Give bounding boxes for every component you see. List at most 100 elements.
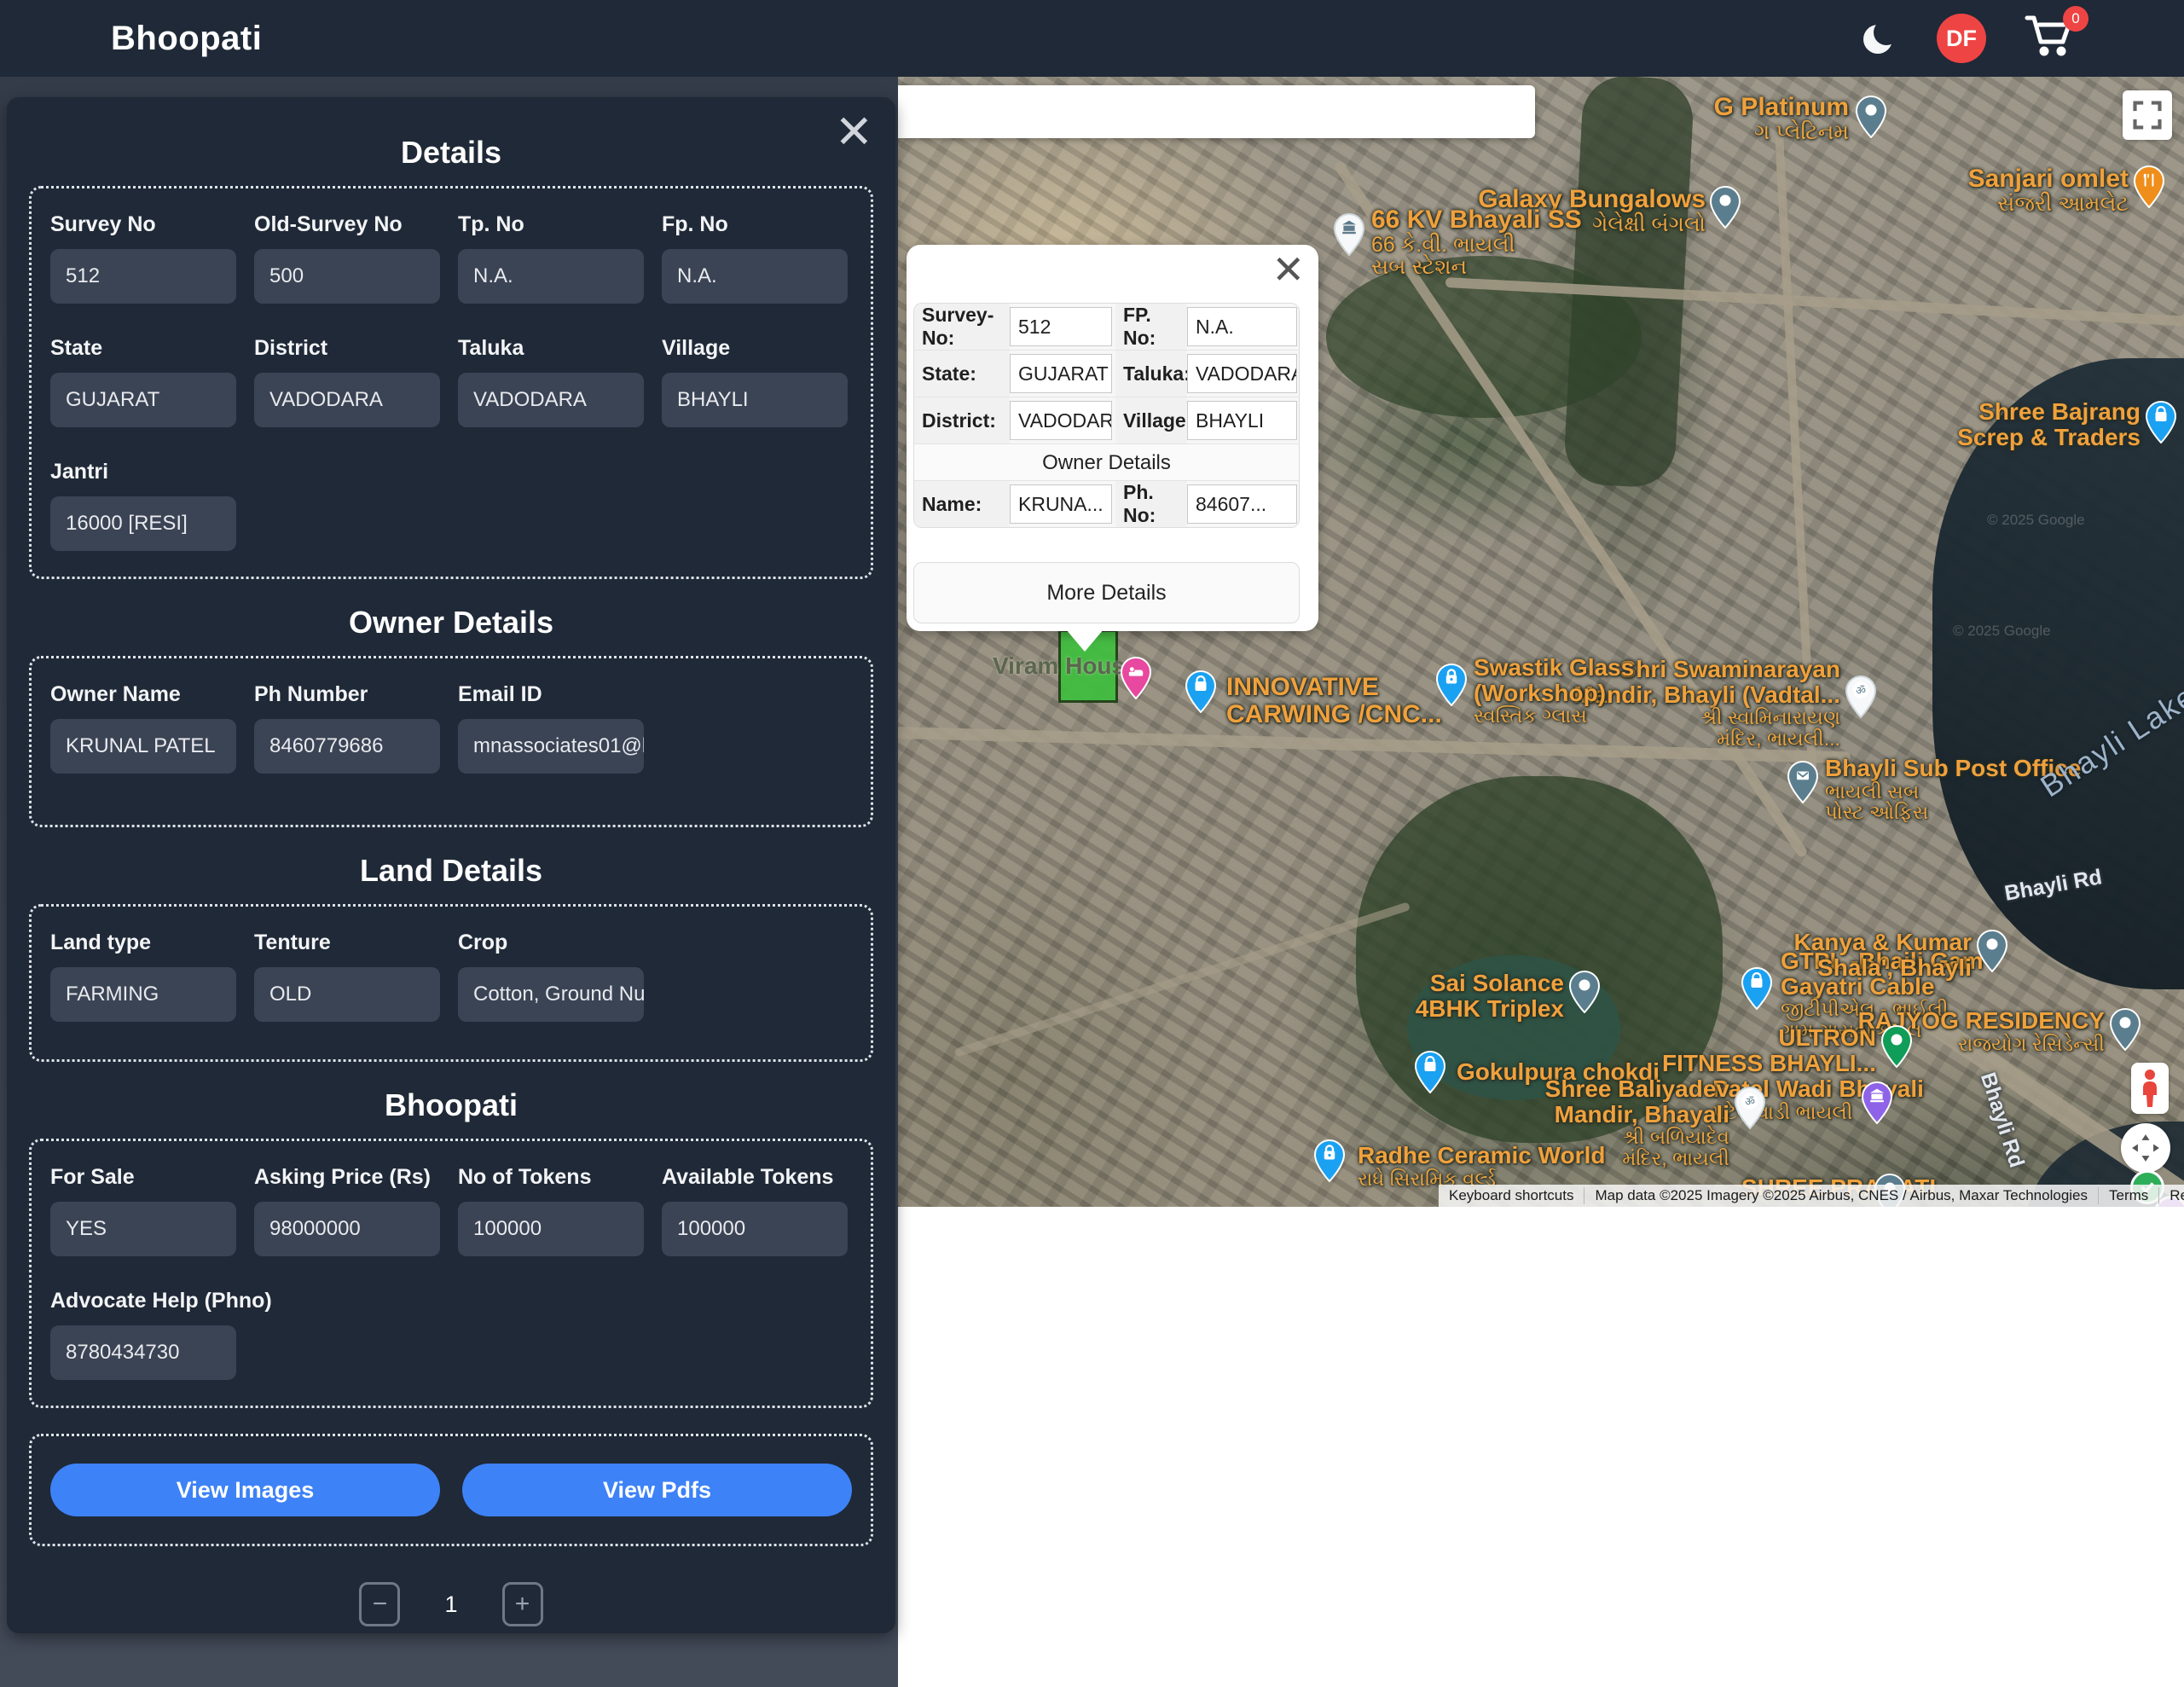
available-tokens-field[interactable]: 100000 bbox=[662, 1202, 848, 1256]
popup-value: KRUNA... bbox=[1010, 484, 1112, 524]
email-id-field[interactable]: mnassociates01@ho bbox=[458, 719, 644, 774]
quantity-value: 1 bbox=[444, 1591, 457, 1618]
old-survey-no-field[interactable]: 500 bbox=[254, 249, 440, 304]
map-pin-innovative-carwing-icon[interactable] bbox=[1185, 670, 1216, 713]
avatar[interactable]: DF bbox=[1937, 14, 1986, 63]
map-label-viram-house: Viram House bbox=[993, 653, 1138, 679]
view-images-button[interactable]: View Images bbox=[50, 1464, 440, 1516]
map-pin-gokulpura-chokdi-icon[interactable] bbox=[1415, 1051, 1445, 1093]
crop-field[interactable]: Cotton, Ground Nut bbox=[458, 967, 644, 1022]
keyboard-shortcuts-link[interactable]: Keyboard shortcuts bbox=[1439, 1187, 1584, 1204]
no-of-tokens-label: No of Tokens bbox=[458, 1165, 644, 1190]
popup-label: Survey-No: bbox=[914, 304, 1010, 351]
state-field[interactable]: GUJARAT bbox=[50, 373, 236, 427]
state-label: State bbox=[50, 336, 236, 361]
map-pin-radhe-ceramic-world-icon[interactable] bbox=[1314, 1139, 1345, 1182]
advocate-help-label: Advocate Help (Phno) bbox=[50, 1289, 236, 1313]
terms-link[interactable]: Terms bbox=[2098, 1187, 2158, 1204]
plot-info-popup: ✕ Survey-No: 512 FP. No: N.A. State: GUJ… bbox=[907, 245, 1318, 631]
jantri-field[interactable]: 16000 [RESI] bbox=[50, 496, 236, 551]
popup-close-icon[interactable]: ✕ bbox=[1272, 246, 1305, 293]
map-pin-lodging-icon[interactable] bbox=[1121, 657, 1151, 699]
map-label-swastik-glass[interactable]: Swastik Glass(Workshop)સ્વસ્તિક ગ્લાસ bbox=[1474, 655, 1634, 727]
fieldset-details: Survey No512Old-Survey No500Tp. NoN.A.Fp… bbox=[29, 186, 873, 579]
map-label-kanya-kumar-shala[interactable]: Kanya & KumarShala', Bhayli bbox=[1793, 930, 1972, 980]
quantity-plus-button[interactable]: + bbox=[502, 1582, 543, 1626]
map-label-ultron-fitness[interactable]: ULTRONFITNESS BHAYLI... bbox=[1662, 1025, 1876, 1075]
view-pdfs-button[interactable]: View Pdfs bbox=[462, 1464, 852, 1516]
map-pin-sanjari-omlet-icon[interactable] bbox=[2134, 165, 2164, 208]
jantri-label: Jantri bbox=[50, 460, 236, 484]
map-label-sai-solance[interactable]: Sai Solance4BHK Triplex bbox=[1416, 971, 1564, 1021]
map-pin-sai-solance-icon[interactable] bbox=[1569, 971, 1600, 1013]
survey-no-label: Survey No bbox=[50, 212, 236, 237]
old-survey-no-label: Old-Survey No bbox=[254, 212, 440, 237]
fieldset-land-details: Land type FARMING Tenture OLD Crop Cotton, Gr… bbox=[29, 904, 873, 1062]
map-pin-g-platinum-icon[interactable] bbox=[1856, 96, 1886, 138]
ph-number-field[interactable]: 8460779686 bbox=[254, 719, 440, 774]
map-pin-patel-wadi-bhayali-icon[interactable] bbox=[1862, 1081, 1892, 1124]
asking-price-label: Asking Price (Rs) bbox=[254, 1165, 440, 1190]
map-label-g-platinum[interactable]: G Platinumગ પ્લેટિનમ bbox=[1714, 94, 1849, 143]
cart-button[interactable]: 0 bbox=[2024, 13, 2083, 64]
google-watermark: © 2025 Google bbox=[1953, 623, 2051, 640]
tenture-field[interactable]: OLD bbox=[254, 967, 440, 1022]
taluka-label: Taluka bbox=[458, 336, 644, 361]
map-pin-swastik-glass-icon[interactable] bbox=[1436, 664, 1467, 706]
map-pin-shri-swaminarayan-icon[interactable]: ॐ bbox=[1845, 675, 1876, 718]
land-type-field[interactable]: FARMING bbox=[50, 967, 236, 1022]
quantity-minus-button[interactable]: − bbox=[359, 1582, 400, 1626]
map-pin-shree-bajrang-icon[interactable] bbox=[2146, 401, 2176, 443]
popup-value: 84607... bbox=[1187, 484, 1297, 524]
map-pin-rajyog-residency-icon[interactable] bbox=[2110, 1008, 2141, 1051]
app-title: Bhoopati bbox=[111, 20, 262, 58]
section-title-owner-details: Owner Details bbox=[7, 605, 895, 641]
advocate-help-field[interactable]: 8780434730 bbox=[50, 1325, 236, 1380]
crop-label: Crop bbox=[458, 930, 644, 955]
map-pin-galaxy-bungalows-icon[interactable] bbox=[1710, 186, 1741, 229]
popup-label: FP. No: bbox=[1115, 304, 1187, 351]
tp-no-field[interactable]: N.A. bbox=[458, 249, 644, 304]
dark-mode-moon-icon[interactable] bbox=[1860, 19, 1899, 58]
svg-text:ॐ: ॐ bbox=[1745, 1095, 1755, 1108]
owner-name-field[interactable]: KRUNAL PATEL bbox=[50, 719, 236, 774]
taluka-field[interactable]: VADODARA bbox=[458, 373, 644, 427]
fp-no-field[interactable]: N.A. bbox=[662, 249, 848, 304]
village-field[interactable]: BHAYLI bbox=[662, 373, 848, 427]
popup-label: Taluka: bbox=[1115, 351, 1187, 397]
district-field[interactable]: VADODARA bbox=[254, 373, 440, 427]
street-view-pegman[interactable] bbox=[2131, 1063, 2169, 1114]
map-pin-66kv-bhayali-ss-icon[interactable] bbox=[1334, 213, 1364, 256]
for-sale-label: For Sale bbox=[50, 1165, 236, 1190]
map-pin-bhayli-sub-post-office-icon[interactable] bbox=[1787, 761, 1818, 803]
popup-value: GUJARAT bbox=[1010, 354, 1112, 393]
no-of-tokens-field[interactable]: 100000 bbox=[458, 1202, 644, 1256]
map-search-input[interactable] bbox=[853, 85, 1535, 138]
map-label-sanjari-omlet[interactable]: Sanjari omletસંજરી આમલેટ bbox=[1968, 165, 2129, 215]
tenture-label: Tenture bbox=[254, 930, 440, 955]
section-title-bhoopati: Bhoopati bbox=[7, 1087, 895, 1123]
survey-no-field[interactable]: 512 bbox=[50, 249, 236, 304]
map-pin-gtpl-gayatri-cable-icon[interactable] bbox=[1741, 967, 1772, 1010]
map-label-radhe-ceramic-world[interactable]: Radhe Ceramic Worldરાધે સિરામિક વર્લ્ડ bbox=[1358, 1143, 1605, 1189]
pan-control[interactable] bbox=[2121, 1123, 2170, 1173]
map-label-66kv-bhayali-ss[interactable]: 66 KV Bhayali SS66 કે.વી. ભાયલીસબ સ્ટેશન bbox=[1371, 206, 1582, 279]
land-type-label: Land type bbox=[50, 930, 236, 955]
more-details-button[interactable]: More Details bbox=[913, 562, 1300, 623]
asking-price-field[interactable]: 98000000 bbox=[254, 1202, 440, 1256]
report-map-error-link[interactable]: Report a map error bbox=[2158, 1187, 2184, 1204]
map-label-bhayli-sub-post-office[interactable]: Bhayli Sub Post Officeભાયલી સબપોસ્ટ ઓફિસ bbox=[1825, 756, 2081, 822]
panel-close-icon[interactable]: ✕ bbox=[835, 109, 873, 155]
map-label-shree-bajrang[interactable]: Shree BajrangScrep & Traders bbox=[1957, 399, 2141, 449]
map-data-credit: Map data ©2025 Imagery ©2025 Airbus, CNE… bbox=[1584, 1187, 2098, 1204]
email-id-label: Email ID bbox=[458, 682, 644, 707]
fullscreen-button[interactable] bbox=[2123, 90, 2172, 140]
map-pin-ultron-fitness-icon[interactable] bbox=[1881, 1025, 1912, 1068]
map-pin-shree-baliyadev-icon[interactable]: ॐ bbox=[1735, 1087, 1765, 1129]
map-pin-kanya-kumar-shala-icon[interactable] bbox=[1977, 930, 2007, 972]
for-sale-field[interactable]: YES bbox=[50, 1202, 236, 1256]
map-label-innovative-carwing[interactable]: INNOVATIVECARWING /CNC... bbox=[1226, 674, 1442, 728]
popup-tail bbox=[1066, 629, 1104, 652]
pan-arrows-icon bbox=[2127, 1129, 2164, 1167]
district-label: District bbox=[254, 336, 440, 361]
